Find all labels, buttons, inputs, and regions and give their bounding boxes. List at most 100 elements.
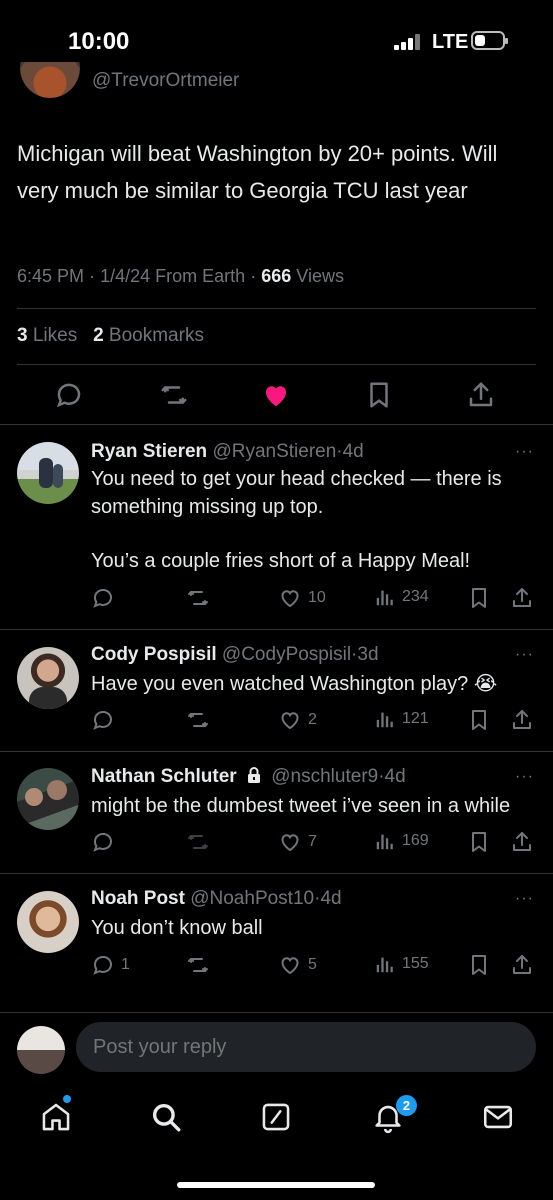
- share-icon[interactable]: [466, 380, 496, 410]
- like-count: 2: [308, 711, 317, 728]
- home-unread-dot: [63, 1095, 71, 1103]
- reply-age: 4d: [384, 766, 406, 787]
- reply-count: 1: [121, 956, 130, 973]
- like-button[interactable]: 10: [278, 586, 326, 610]
- reply-header: Ryan Stieren @RyanStieren·4d: [91, 441, 364, 462]
- reply-button[interactable]: 1: [91, 953, 130, 977]
- more-options-icon[interactable]: ···: [515, 443, 534, 461]
- like-button[interactable]: 5: [278, 953, 317, 977]
- reply-actions: 7 169: [0, 830, 553, 856]
- views-button[interactable]: 234: [374, 586, 429, 608]
- reply-author-handle[interactable]: @NoahPost10: [190, 888, 314, 909]
- reply-header: Cody Pospisil @CodyPospisil·3d: [91, 644, 379, 665]
- reply-age: 4d: [342, 441, 364, 462]
- reply-item[interactable]: Noah Post @NoahPost10·4d ··· You don’t k…: [0, 874, 553, 1012]
- reply-item[interactable]: Cody Pospisil @CodyPospisil·3d ··· Have …: [0, 630, 553, 751]
- share-icon[interactable]: [510, 708, 534, 732]
- reply-input[interactable]: [76, 1022, 536, 1072]
- divider: [0, 1012, 553, 1013]
- avatar[interactable]: [17, 891, 79, 953]
- like-button[interactable]: 2: [278, 708, 317, 732]
- reply-icon[interactable]: [91, 708, 115, 732]
- views-button[interactable]: 121: [374, 708, 429, 730]
- reply-author-name[interactable]: Nathan Schluter: [91, 766, 237, 787]
- more-options-icon[interactable]: ···: [515, 768, 534, 786]
- reply-text: might be the dumbest tweet i’ve seen in …: [91, 795, 511, 817]
- share-icon[interactable]: [510, 586, 534, 610]
- heart-icon: [281, 712, 299, 730]
- view-count: 121: [402, 710, 429, 727]
- retweet-icon[interactable]: [186, 586, 210, 610]
- bookmark-icon[interactable]: [467, 953, 491, 977]
- like-count: 7: [308, 833, 317, 850]
- reply-icon[interactable]: [91, 830, 115, 854]
- like-icon[interactable]: [261, 380, 291, 410]
- heart-icon: [281, 957, 299, 975]
- retweet-icon[interactable]: [186, 708, 210, 732]
- avatar[interactable]: [17, 647, 79, 709]
- reply-text: You don’t know ball: [91, 917, 263, 939]
- reply-age: 3d: [357, 644, 379, 665]
- likes-stat[interactable]: 3 Likes: [17, 325, 77, 346]
- view-count: 169: [402, 832, 429, 849]
- reply-author-name[interactable]: Ryan Stieren: [91, 441, 207, 462]
- more-options-icon[interactable]: ···: [515, 890, 534, 908]
- reply-author-handle[interactable]: @nschluter9: [271, 766, 378, 787]
- divider: [17, 364, 536, 365]
- share-icon[interactable]: [510, 830, 534, 854]
- avatar[interactable]: [17, 442, 79, 504]
- bookmarks-stat[interactable]: 2 Bookmarks: [93, 325, 204, 346]
- reply-item[interactable]: Ryan Stieren @RyanStieren·4d ··· You nee…: [0, 425, 553, 629]
- like-button[interactable]: 7: [278, 830, 317, 854]
- retweet-icon[interactable]: [159, 380, 189, 410]
- tweet-text: Michigan will beat Washington by 20+ poi…: [17, 141, 498, 203]
- reply-header: Noah Post @NoahPost10·4d: [91, 888, 342, 909]
- author-handle[interactable]: @TrevorOrtmeier: [92, 66, 239, 90]
- divider: [17, 308, 536, 309]
- analytics-icon: [376, 712, 393, 728]
- views-label: Views: [296, 266, 344, 286]
- reply-header: Nathan Schluter @nschluter9·4d: [91, 766, 406, 787]
- reply-item[interactable]: Nathan Schluter @nschluter9·4d ··· might…: [0, 752, 553, 873]
- view-count: 234: [402, 588, 429, 605]
- search-icon[interactable]: [149, 1100, 183, 1134]
- home-indicator[interactable]: [177, 1182, 375, 1188]
- reply-icon: [93, 956, 112, 975]
- tweet-meta: 6:45 PM · 1/4/24 From Earth · 666 Views: [17, 266, 344, 286]
- reply-author-handle[interactable]: @RyanStieren: [212, 441, 336, 462]
- reply-age: 4d: [320, 888, 342, 909]
- home-icon[interactable]: [39, 1100, 73, 1134]
- tweet-time: 6:45 PM: [17, 266, 85, 286]
- tweet-stats: 3 Likes 2 Bookmarks: [17, 325, 204, 347]
- more-options-icon[interactable]: ···: [515, 646, 534, 664]
- views-button[interactable]: 155: [374, 953, 429, 975]
- compose-reply: [0, 1022, 553, 1078]
- status-bar: 10:00 LTE: [0, 0, 553, 80]
- reply-icon[interactable]: [91, 586, 115, 610]
- notifications-badge: 2: [396, 1095, 417, 1116]
- lock-icon: [247, 767, 260, 783]
- grok-icon[interactable]: [259, 1100, 293, 1134]
- heart-icon: [281, 834, 299, 852]
- reply-author-name[interactable]: Cody Pospisil: [91, 644, 217, 665]
- bookmark-icon[interactable]: [467, 586, 491, 610]
- bookmark-icon[interactable]: [467, 708, 491, 732]
- retweet-icon[interactable]: [186, 953, 210, 977]
- like-count: 5: [308, 956, 317, 973]
- bookmark-icon[interactable]: [467, 830, 491, 854]
- share-icon[interactable]: [510, 953, 534, 977]
- bookmark-icon[interactable]: [364, 380, 394, 410]
- reply-actions: 1 5 155: [0, 953, 553, 979]
- views-button[interactable]: 169: [374, 830, 429, 852]
- author-avatar[interactable]: [20, 62, 80, 98]
- avatar[interactable]: [17, 1026, 65, 1074]
- messages-icon[interactable]: [481, 1100, 515, 1134]
- reply-text-paragraph: You’s a couple fries short of a Happy Me…: [91, 550, 471, 572]
- tweet-source: From Earth: [155, 266, 246, 286]
- reply-author-handle[interactable]: @CodyPospisil: [222, 644, 351, 665]
- avatar[interactable]: [17, 768, 79, 830]
- battery-icon: [471, 31, 508, 50]
- reply-icon[interactable]: [54, 380, 84, 410]
- network-label: LTE: [432, 31, 469, 53]
- reply-author-name[interactable]: Noah Post: [91, 888, 185, 909]
